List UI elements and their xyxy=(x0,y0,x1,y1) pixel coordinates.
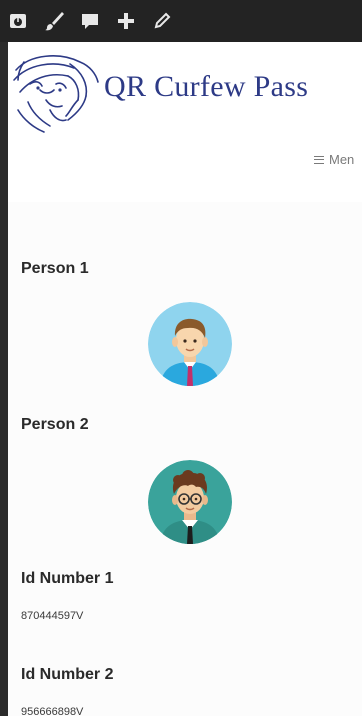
menu-toggle[interactable]: Men xyxy=(314,152,354,167)
page: QR Curfew Pass Men Person 1 Person 2 Id … xyxy=(8,42,362,716)
site-title[interactable]: QR Curfew Pass xyxy=(104,70,308,104)
lion-head-icon[interactable] xyxy=(10,50,102,139)
id-number-1-label: Id Number 1 xyxy=(21,570,114,587)
customize-brush-icon[interactable] xyxy=(36,0,72,42)
male-avatar-icon xyxy=(148,302,232,386)
person-1-label: Person 1 xyxy=(21,260,89,277)
male-glasses-avatar-icon xyxy=(148,460,232,544)
menu-label: Men xyxy=(329,152,355,167)
admin-toolbar xyxy=(0,0,362,42)
id-number-1-value: 870444597V xyxy=(21,610,84,622)
id-number-2-label: Id Number 2 xyxy=(21,666,114,683)
entry-content xyxy=(8,202,362,716)
comments-icon[interactable] xyxy=(72,0,108,42)
add-new-icon[interactable] xyxy=(108,0,144,42)
hamburger-icon xyxy=(314,155,324,164)
id-number-2-value: 956666898V xyxy=(21,706,84,716)
site-header: QR Curfew Pass Men xyxy=(8,42,362,202)
dashboard-icon[interactable] xyxy=(0,0,36,42)
edit-pencil-icon[interactable] xyxy=(144,0,180,42)
person-2-label: Person 2 xyxy=(21,416,89,433)
